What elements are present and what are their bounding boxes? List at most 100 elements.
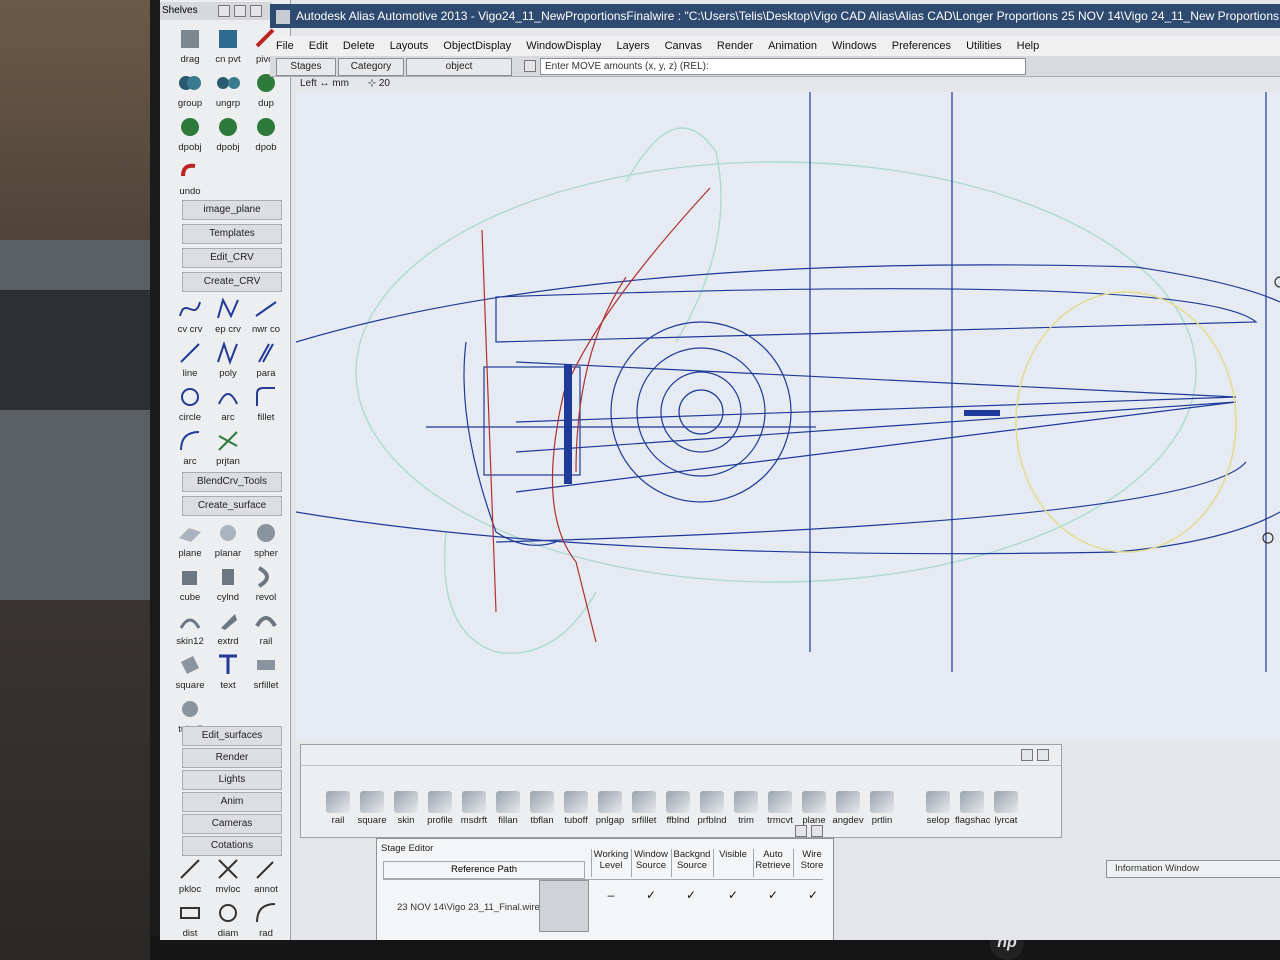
- strip-plane-tool[interactable]: plane: [797, 791, 831, 826]
- category-anim[interactable]: Anim: [182, 792, 282, 812]
- rail-tool[interactable]: rail: [248, 608, 284, 652]
- stage-close-icon[interactable]: [811, 825, 823, 837]
- project-tangent-tool[interactable]: prjtan: [210, 428, 246, 472]
- srfillet-tool[interactable]: srfillet: [248, 652, 284, 696]
- wire-store-check[interactable]: ✓: [795, 888, 831, 902]
- dpobj-tool-1[interactable]: dpobj: [172, 114, 208, 158]
- stage-menu-icon[interactable]: [795, 825, 807, 837]
- strip-menu-icon[interactable]: [1021, 749, 1033, 761]
- strip-trmcvt-tool[interactable]: trmcvt: [763, 791, 797, 826]
- category-edit-crv[interactable]: Edit_CRV: [182, 248, 282, 268]
- menu-animation[interactable]: Animation: [768, 40, 817, 52]
- strip-trim-tool[interactable]: trim: [729, 791, 763, 826]
- working-level-mark[interactable]: –: [593, 888, 629, 902]
- distance-tool[interactable]: dist: [172, 900, 208, 940]
- dpob-tool[interactable]: dpob: [248, 114, 284, 158]
- menu-layouts[interactable]: Layouts: [390, 40, 429, 52]
- para-tool[interactable]: para: [248, 340, 284, 384]
- ep-curve-tool[interactable]: ep crv: [210, 296, 246, 340]
- strip-msdrft-tool[interactable]: msdrft: [457, 791, 491, 826]
- strip-pnlgap-tool[interactable]: pnlgap: [593, 791, 627, 826]
- plane-tool[interactable]: plane: [172, 520, 208, 564]
- object-field[interactable]: object: [406, 58, 512, 76]
- group-tool[interactable]: group: [172, 70, 208, 114]
- strip-fillan-tool[interactable]: fillan: [491, 791, 525, 826]
- category-lights[interactable]: Lights: [182, 770, 282, 790]
- cn-pvt-tool[interactable]: cn pvt: [210, 26, 246, 70]
- drag-tool[interactable]: drag: [172, 26, 208, 70]
- annotate-tool[interactable]: annot: [248, 856, 284, 900]
- skin-tool[interactable]: skin12: [172, 608, 208, 652]
- strip-square-tool[interactable]: square: [355, 791, 389, 826]
- text-tool[interactable]: text: [210, 652, 246, 696]
- menu-edit[interactable]: Edit: [309, 40, 328, 52]
- menu-layers[interactable]: Layers: [616, 40, 649, 52]
- pkloc-tool[interactable]: pkloc: [172, 856, 208, 900]
- view-name[interactable]: Left: [300, 78, 317, 89]
- category-tab[interactable]: Category: [338, 58, 404, 76]
- menu-render[interactable]: Render: [717, 40, 753, 52]
- mvloc-tool[interactable]: mvloc: [210, 856, 246, 900]
- strip-ffblnd-tool[interactable]: ffblnd: [661, 791, 695, 826]
- strip-flagshac-tool[interactable]: flagshac: [955, 791, 990, 826]
- strip-selop-tool[interactable]: selop: [921, 791, 955, 826]
- menu-delete[interactable]: Delete: [343, 40, 375, 52]
- arc-tool[interactable]: arc: [210, 384, 246, 428]
- menu-utilities[interactable]: Utilities: [966, 40, 1001, 52]
- arc-tool-2[interactable]: arc: [172, 428, 208, 472]
- category-edit-surfaces[interactable]: Edit_surfaces: [182, 726, 282, 746]
- strip-close-icon[interactable]: [1037, 749, 1049, 761]
- ungroup-tool[interactable]: ungrp: [210, 70, 246, 114]
- category-create-surface[interactable]: Create_surface: [182, 496, 282, 516]
- auto-retrieve-check[interactable]: ✓: [755, 888, 791, 902]
- menu-canvas[interactable]: Canvas: [665, 40, 702, 52]
- revolve-tool[interactable]: revol: [248, 564, 284, 608]
- extrude-tool[interactable]: extrd: [210, 608, 246, 652]
- cylinder-tool[interactable]: cylnd: [210, 564, 246, 608]
- strip-prtlin-tool[interactable]: prtlin: [865, 791, 899, 826]
- shelves-close-icon[interactable]: [250, 5, 262, 17]
- menu-help[interactable]: Help: [1017, 40, 1040, 52]
- circle-tool[interactable]: circle: [172, 384, 208, 428]
- fillet-tool[interactable]: fillet: [248, 384, 284, 428]
- stage-row[interactable]: 23 NOV 14\Vigo 23_11_Final.wire – ✓ ✓ ✓ …: [383, 879, 823, 934]
- strip-rail-tool[interactable]: rail: [321, 791, 355, 826]
- shelves-collapse-icon[interactable]: [234, 5, 246, 17]
- strip-skin-tool[interactable]: skin: [389, 791, 423, 826]
- backgnd-source-check[interactable]: ✓: [673, 888, 709, 902]
- line-tool[interactable]: line: [172, 340, 208, 384]
- category-cameras[interactable]: Cameras: [182, 814, 282, 834]
- cv-curve-tool[interactable]: cv crv: [172, 296, 208, 340]
- cube-tool[interactable]: cube: [172, 564, 208, 608]
- visible-check[interactable]: ✓: [715, 888, 751, 902]
- menu-preferences[interactable]: Preferences: [892, 40, 951, 52]
- strip-prfblnd-tool[interactable]: prfblnd: [695, 791, 729, 826]
- strip-tuboff-tool[interactable]: tuboff: [559, 791, 593, 826]
- category-cotations[interactable]: Cotations: [182, 836, 282, 856]
- strip-angdev-tool[interactable]: angdev: [831, 791, 865, 826]
- window-source-check[interactable]: ✓: [633, 888, 669, 902]
- move-amount-input[interactable]: Enter MOVE amounts (x, y, z) (REL):: [540, 58, 1026, 75]
- wireframe-canvas[interactable]: [296, 92, 1280, 740]
- menu-file[interactable]: File: [276, 40, 294, 52]
- modeling-viewport[interactable]: [296, 92, 1280, 740]
- information-window[interactable]: Information Window: [1106, 860, 1280, 878]
- shelves-menu-icon[interactable]: [218, 5, 230, 17]
- menu-windows[interactable]: Windows: [832, 40, 877, 52]
- radius-tool[interactable]: rad: [248, 900, 284, 940]
- strip-tbflan-tool[interactable]: tbflan: [525, 791, 559, 826]
- sphere-tool[interactable]: spher: [248, 520, 284, 564]
- category-image-plane[interactable]: image_plane: [182, 200, 282, 220]
- menu-windowdisplay[interactable]: WindowDisplay: [526, 40, 601, 52]
- strip-profile-tool[interactable]: profile: [423, 791, 457, 826]
- category-templates[interactable]: Templates: [182, 224, 282, 244]
- category-create-crv[interactable]: Create_CRV: [182, 272, 282, 292]
- undo-tool[interactable]: undo: [172, 158, 208, 202]
- square-tool[interactable]: square: [172, 652, 208, 696]
- diameter-tool[interactable]: diam: [210, 900, 246, 940]
- strip-srfillet-tool[interactable]: srfillet: [627, 791, 661, 826]
- stages-tab[interactable]: Stages: [276, 58, 336, 76]
- dpobj-tool-2[interactable]: dpobj: [210, 114, 246, 158]
- category-blendcrv-tools[interactable]: BlendCrv_Tools: [182, 472, 282, 492]
- new-curve-tool[interactable]: nwr co: [248, 296, 284, 340]
